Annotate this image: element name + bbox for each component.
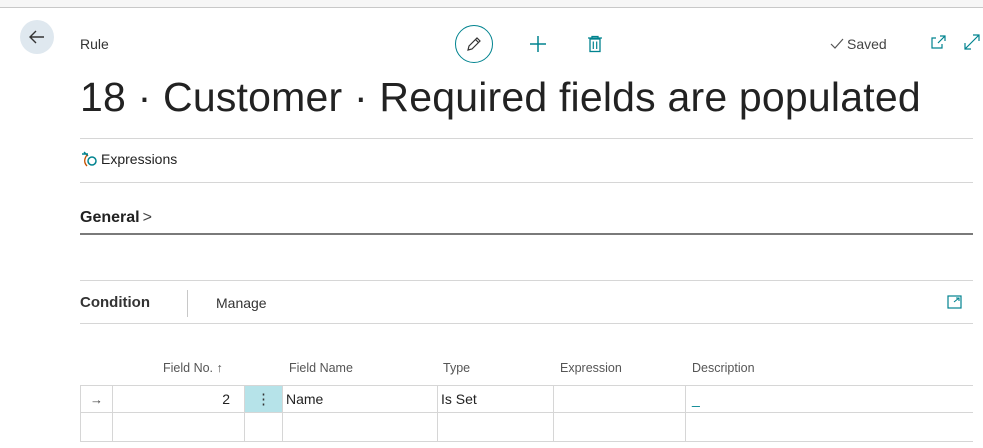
description-cell[interactable] — [686, 413, 973, 442]
column-header-field-no[interactable]: Field No. ↑ — [163, 361, 223, 375]
field-name-cell[interactable] — [283, 413, 438, 442]
page-caption: Rule — [80, 36, 109, 52]
divider — [80, 138, 973, 139]
pencil-icon — [467, 37, 481, 51]
new-button[interactable] — [529, 35, 547, 53]
chevron-right-icon: > — [142, 209, 152, 226]
expand-part-button[interactable] — [947, 295, 962, 314]
general-fasttab[interactable]: General > — [80, 209, 152, 227]
row-menu-cell[interactable] — [245, 413, 283, 442]
column-header-expression[interactable]: Expression — [560, 361, 622, 375]
plus-icon — [530, 36, 546, 52]
action-bar — [455, 25, 603, 63]
expressions-action[interactable]: Expressions — [80, 151, 177, 167]
column-header-field-name[interactable]: Field Name — [289, 361, 353, 375]
back-button[interactable] — [20, 20, 54, 54]
expression-cell[interactable] — [554, 385, 686, 413]
expressions-icon — [82, 151, 97, 167]
divider — [80, 323, 973, 324]
row-menu-button[interactable]: ⋮ — [245, 385, 283, 413]
trash-icon — [588, 35, 602, 53]
field-no-cell[interactable]: 2 — [113, 385, 245, 413]
divider — [80, 280, 973, 281]
top-border — [0, 0, 983, 8]
saved-label: Saved — [847, 36, 887, 52]
expand-view-button[interactable] — [963, 33, 981, 51]
popout-icon — [931, 35, 946, 49]
field-name-cell[interactable]: Name — [283, 385, 438, 413]
edit-button[interactable] — [455, 25, 493, 63]
expand-part-icon — [947, 295, 962, 309]
row-indicator — [80, 413, 113, 442]
back-arrow-icon — [29, 30, 44, 44]
general-label: General — [80, 209, 140, 226]
column-header-description[interactable]: Description — [692, 361, 755, 375]
field-no-cell[interactable] — [113, 413, 245, 442]
tab-condition[interactable]: Condition — [80, 294, 150, 311]
type-cell[interactable]: Is Set — [438, 385, 554, 413]
general-underline — [80, 233, 973, 235]
expand-icon — [964, 34, 980, 50]
delete-button[interactable] — [587, 35, 603, 53]
expressions-label: Expressions — [101, 151, 178, 167]
page-title: 18 · Customer · Required fields are popu… — [80, 74, 921, 120]
saved-status: Saved — [830, 36, 887, 52]
divider — [80, 182, 973, 183]
type-cell[interactable] — [438, 413, 554, 442]
checkmark-icon — [830, 38, 844, 49]
row-indicator: → — [80, 385, 113, 413]
tab-separator — [187, 290, 188, 317]
tab-manage[interactable]: Manage — [216, 295, 267, 311]
open-new-window-button[interactable] — [930, 34, 947, 50]
expression-cell[interactable] — [554, 413, 686, 442]
column-header-type[interactable]: Type — [443, 361, 470, 375]
description-cell[interactable]: _ — [686, 385, 973, 413]
